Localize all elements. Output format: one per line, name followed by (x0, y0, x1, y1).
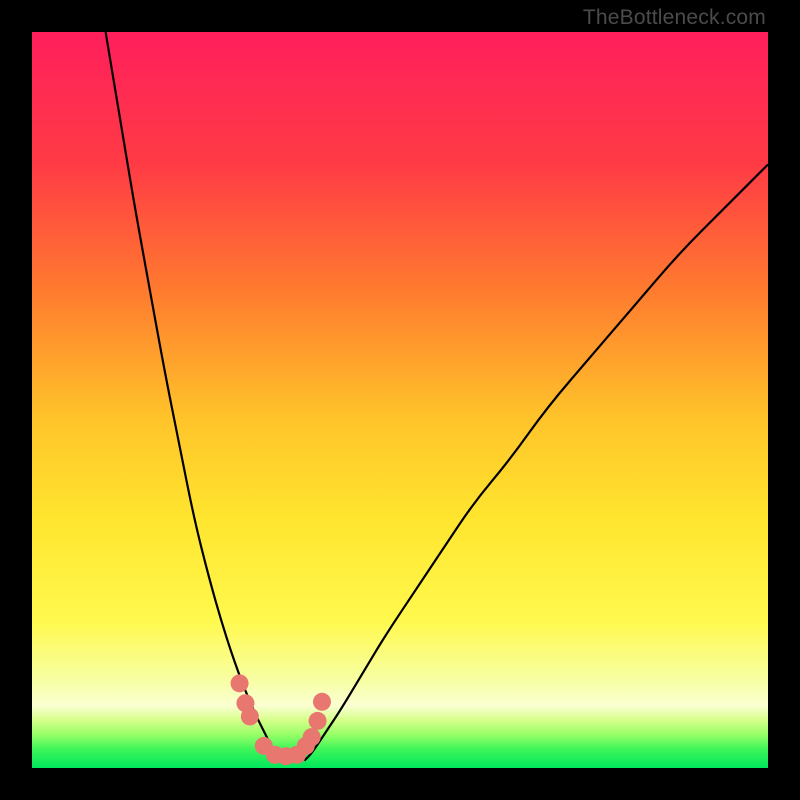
marker-group (231, 674, 331, 765)
watermark-text: TheBottleneck.com (583, 6, 766, 30)
chart-frame: TheBottleneck.com (0, 0, 800, 800)
data-marker (303, 728, 321, 746)
data-marker (313, 693, 331, 711)
plot-area (32, 32, 768, 768)
data-marker (309, 712, 327, 730)
data-marker (231, 674, 249, 692)
left-curve (106, 32, 283, 761)
data-marker (241, 707, 259, 725)
right-curve (304, 164, 768, 760)
curve-layer (32, 32, 768, 768)
